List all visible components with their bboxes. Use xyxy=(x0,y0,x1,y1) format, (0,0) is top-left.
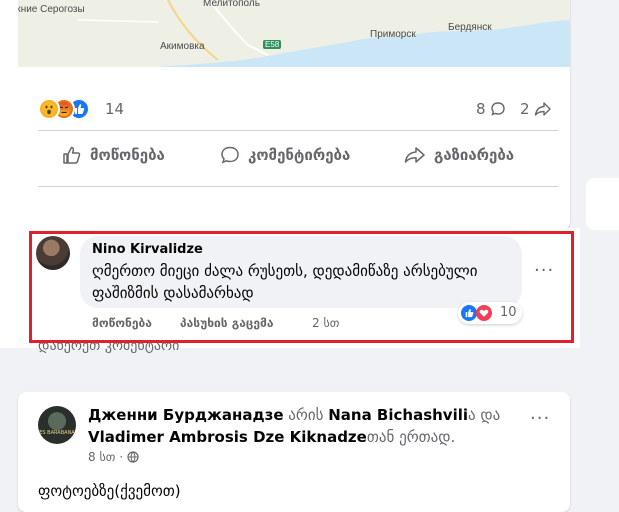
comments-count[interactable]: 8 xyxy=(476,100,506,118)
post2-text: ფოტოებზე(ქვემოთ) xyxy=(38,482,181,500)
map-label-akimovka: Акимовка xyxy=(160,41,205,52)
post2-header: Дженни Бурджанадзе არის Nana Bichashvili… xyxy=(88,404,528,448)
post2-avatar[interactable]: ES BARABANA xyxy=(38,406,76,444)
reaction-count[interactable]: 14 xyxy=(105,100,124,118)
post-card: жние Серогозы Мелитополь Акимовка Примор… xyxy=(0,0,570,230)
share-label: გაზიარება xyxy=(434,146,515,164)
map-label-serogozy: жние Серогозы xyxy=(18,4,85,15)
post2-separator: · xyxy=(119,450,124,464)
share-count-icon xyxy=(535,102,552,116)
post2-meta: 8 სთ · xyxy=(88,450,139,464)
like-button[interactable]: მოწონება xyxy=(62,139,165,171)
side-panel-edge xyxy=(586,178,619,230)
highlight-box xyxy=(29,231,574,343)
map-label-primorsk: Приморск xyxy=(370,29,416,40)
post2-avatar-text: ES BARABANA xyxy=(39,430,75,436)
map-land xyxy=(18,0,570,67)
like-label: მოწონება xyxy=(90,146,165,164)
comment-button[interactable]: კომენტირება xyxy=(220,139,350,171)
share-button[interactable]: გაზიარება xyxy=(404,139,514,171)
comments-count-number: 8 xyxy=(476,100,486,118)
comment-count-icon xyxy=(491,102,506,116)
shares-count-number: 2 xyxy=(520,100,530,118)
divider xyxy=(38,130,558,131)
comment-icon xyxy=(221,146,239,164)
post2-tagged-2[interactable]: Vladimer Ambrosis Dze Kiknadze xyxy=(88,428,367,446)
post-card-2: ES BARABANA Дженни Бурджанадзе არის Nana… xyxy=(18,392,570,512)
post2-connector-3: თან ერთად. xyxy=(366,428,456,446)
wow-reaction-icon xyxy=(38,98,60,120)
post2-connector-1: არის xyxy=(283,406,329,424)
write-comment-label: დაწერეთ კომენტარი xyxy=(38,343,180,354)
post2-author[interactable]: Дженни Бурджанадзе xyxy=(88,406,284,424)
globe-icon xyxy=(127,451,139,463)
divider xyxy=(38,186,558,187)
post2-connector-2: ა და xyxy=(468,406,501,424)
map-label-berdyansk: Бердянск xyxy=(448,22,492,33)
like-icon xyxy=(63,146,81,164)
shares-count[interactable]: 2 xyxy=(520,100,552,118)
reactions-summary[interactable]: 14 8 2 xyxy=(38,98,558,122)
post2-timestamp[interactable]: 8 სთ xyxy=(88,450,115,464)
share-icon xyxy=(404,147,425,163)
comment-label: კომენტირება xyxy=(248,146,351,164)
map-label-melitopol: Мелитополь xyxy=(203,0,260,9)
map-preview[interactable]: жние Серогозы Мелитополь Акимовка Примор… xyxy=(18,0,570,67)
post2-more-icon[interactable]: ··· xyxy=(530,408,550,429)
post2-tagged-1[interactable]: Nana Bichashvili xyxy=(328,406,468,424)
write-comment-prompt[interactable]: დაწერეთ კომენტარი xyxy=(38,343,179,355)
road-badge: E58 xyxy=(263,40,282,49)
